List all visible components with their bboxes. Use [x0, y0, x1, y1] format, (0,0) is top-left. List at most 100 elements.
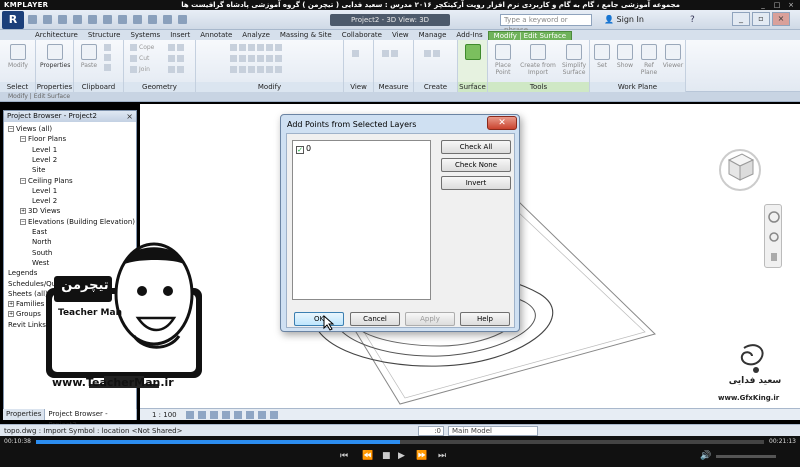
detail-level-icon[interactable] [186, 411, 194, 419]
view-tool-icon[interactable] [352, 50, 361, 58]
revit-app-menu-button[interactable]: R [2, 11, 24, 29]
modify-tools-row[interactable] [230, 44, 284, 52]
tab-modify-edit-surface[interactable]: Modify | Edit Surface [487, 31, 573, 40]
viewer-button[interactable]: Viewer [662, 44, 684, 69]
check-none-button[interactable]: Check None [441, 158, 511, 172]
ok-button[interactable]: OK [294, 312, 344, 326]
prev-icon[interactable]: ⏮ [340, 450, 348, 462]
tree-node[interactable]: Site [32, 166, 45, 175]
join-button[interactable]: Join [130, 66, 150, 74]
ref-plane-button[interactable]: Ref Plane [638, 44, 660, 76]
shadows-icon[interactable] [222, 411, 230, 419]
geometry-tool-icon[interactable] [168, 66, 186, 74]
tree-node[interactable]: − Elevations (Building Elevation) [20, 218, 135, 227]
expand-icon[interactable]: + [8, 311, 14, 318]
help-icon[interactable]: ? [690, 14, 695, 26]
create-from-import-button[interactable]: Create from Import [520, 44, 556, 76]
temp-hide-icon[interactable] [258, 411, 266, 419]
cope-button[interactable]: Cope [130, 44, 154, 52]
view-scale[interactable]: 1 : 100 [152, 409, 177, 421]
model-select[interactable]: Main Model [448, 426, 538, 436]
revit-minimize-icon[interactable]: _ [732, 12, 750, 26]
close-hidden-icon[interactable] [178, 14, 187, 24]
tree-node[interactable]: +3D Views [20, 207, 60, 216]
help-button[interactable]: Help [460, 312, 510, 326]
tree-node[interactable]: Level 1 [32, 187, 57, 196]
cut-icon[interactable] [104, 44, 113, 52]
create-tool-icon[interactable] [424, 50, 442, 58]
search-input[interactable]: Type a keyword or phrase [500, 14, 592, 34]
collapse-icon[interactable]: − [20, 136, 26, 143]
play-icon[interactable]: ▶ [398, 450, 405, 462]
volume-slider[interactable] [716, 455, 776, 458]
check-all-button[interactable]: Check All [441, 140, 511, 154]
viewcube[interactable] [715, 142, 765, 192]
copy-icon[interactable] [104, 54, 113, 62]
tab-annotate[interactable]: Annotate [195, 31, 237, 40]
modify-tools-row[interactable] [230, 55, 284, 63]
crop-icon[interactable] [234, 411, 242, 419]
tag-icon[interactable] [118, 14, 127, 24]
match-icon[interactable] [104, 64, 113, 72]
apply-button[interactable]: Apply [405, 312, 455, 326]
properties-button[interactable]: Properties [40, 44, 70, 69]
revit-close-icon[interactable]: × [772, 12, 790, 26]
maximize-icon[interactable]: □ [772, 1, 782, 9]
tab-insert[interactable]: Insert [165, 31, 195, 40]
layer-list[interactable]: ✓ 0 [292, 140, 431, 300]
visual-style-icon[interactable] [198, 411, 206, 419]
tree-node[interactable]: Level 2 [32, 156, 57, 165]
layer-item[interactable]: ✓ 0 [296, 144, 311, 154]
cut-geometry-button[interactable]: Cut [130, 55, 149, 63]
finish-surface-button[interactable] [462, 44, 484, 62]
open-icon[interactable] [28, 14, 37, 24]
dialog-close-button[interactable]: ✕ [487, 116, 517, 130]
navigation-bar[interactable] [764, 204, 782, 268]
reveal-hidden-icon[interactable] [270, 411, 278, 419]
tab-view[interactable]: View [387, 31, 414, 40]
tab-properties[interactable]: Properties [3, 409, 46, 420]
hide-crop-icon[interactable] [246, 411, 254, 419]
tree-node[interactable]: − Ceiling Plans [20, 177, 73, 186]
collapse-icon[interactable]: − [20, 177, 26, 184]
tab-analyze[interactable]: Analyze [237, 31, 275, 40]
expand-icon[interactable]: + [20, 208, 26, 215]
sign-in-button[interactable]: 👤 Sign In [604, 14, 664, 26]
modify-tools-row[interactable] [230, 66, 284, 74]
collapse-icon[interactable]: − [20, 218, 26, 225]
tree-node[interactable]: Level 1 [32, 146, 57, 155]
seek-bar[interactable] [36, 440, 764, 444]
set-button[interactable]: Set [592, 44, 612, 69]
tab-structure[interactable]: Structure [83, 31, 126, 40]
place-point-button[interactable]: Place Point [490, 44, 516, 76]
text-icon[interactable] [163, 14, 172, 24]
print-icon[interactable] [88, 14, 97, 24]
tab-architecture[interactable]: Architecture [30, 31, 83, 40]
paste-button[interactable]: Paste [78, 44, 100, 69]
simplify-surface-button[interactable]: Simplify Surface [560, 44, 588, 76]
tab-collaborate[interactable]: Collaborate [337, 31, 387, 40]
measure-tool-icon[interactable] [382, 50, 400, 58]
undo-icon[interactable] [58, 14, 67, 24]
modify-button[interactable]: Modify [4, 44, 32, 69]
volume-icon[interactable]: 🔊 [700, 450, 711, 462]
save-icon[interactable] [43, 14, 52, 24]
redo-icon[interactable] [73, 14, 82, 24]
rewind-icon[interactable]: ⏪ [362, 450, 373, 462]
forward-icon[interactable]: ⏩ [416, 450, 427, 462]
collapse-icon[interactable]: − [8, 126, 14, 132]
section-icon[interactable] [148, 14, 157, 24]
minimize-icon[interactable]: _ [758, 1, 768, 9]
tree-node[interactable]: Legends [8, 269, 37, 278]
tab-project-browser[interactable]: Project Browser - Project2 [45, 409, 137, 429]
geometry-tool-icon[interactable] [168, 44, 186, 52]
workset-value[interactable]: :0 [418, 426, 444, 436]
tree-node[interactable]: − Views (all) [8, 125, 52, 134]
revit-restore-icon[interactable]: ▫ [752, 12, 770, 26]
checkbox-icon[interactable]: ✓ [296, 146, 304, 154]
3d-view-icon[interactable] [133, 14, 142, 24]
tree-node[interactable]: − Floor Plans [20, 135, 66, 144]
tab-systems[interactable]: Systems [125, 31, 165, 40]
tree-node[interactable]: Level 2 [32, 197, 57, 206]
tab-manage[interactable]: Manage [414, 31, 452, 40]
